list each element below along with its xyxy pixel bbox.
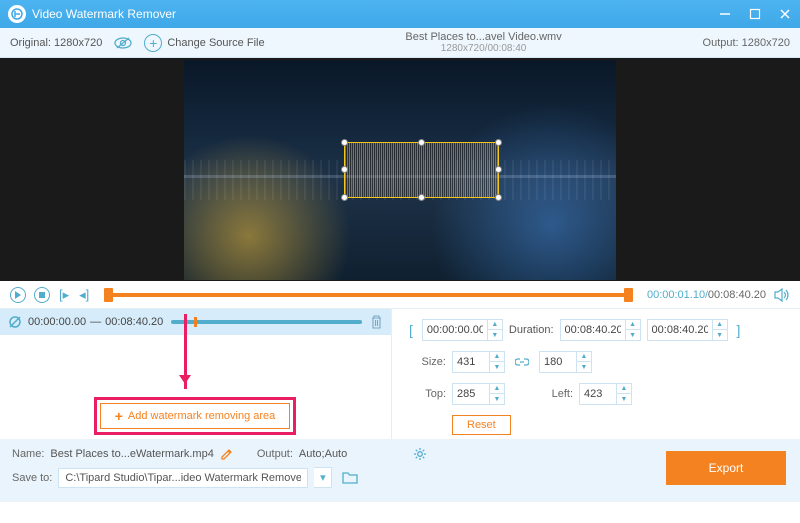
segment-end: 00:08:40.20 — [105, 316, 163, 328]
spin-down[interactable]: ▼ — [490, 362, 504, 372]
resize-handle-tl[interactable] — [341, 139, 348, 146]
spin-up[interactable]: ▲ — [617, 384, 631, 394]
segment-icon — [8, 315, 22, 329]
spin-down[interactable]: ▼ — [617, 394, 631, 404]
link-aspect-icon[interactable] — [515, 356, 529, 368]
video-preview[interactable] — [0, 58, 800, 281]
spin-up[interactable]: ▲ — [577, 352, 591, 362]
plus-icon: + — [144, 34, 162, 52]
resize-handle-tm[interactable] — [418, 139, 425, 146]
video-frame — [184, 60, 616, 280]
watermark-selection-box[interactable] — [344, 142, 499, 198]
open-folder-icon[interactable] — [342, 471, 358, 484]
range-end-input[interactable]: ▲▼ — [647, 319, 728, 341]
reset-button[interactable]: Reset — [452, 415, 511, 435]
original-label: Original: — [10, 37, 51, 49]
name-label: Name: — [12, 448, 44, 460]
minimize-button[interactable] — [718, 7, 732, 21]
spin-up[interactable]: ▲ — [488, 320, 502, 330]
saveto-dropdown-icon[interactable]: ▾ — [314, 467, 332, 488]
resize-handle-mr[interactable] — [495, 166, 502, 173]
spin-up[interactable]: ▲ — [713, 320, 727, 330]
output-settings-icon[interactable] — [413, 447, 427, 461]
segment-row[interactable]: 00:00:00.00 — 00:08:40.20 — [0, 309, 391, 335]
spin-up[interactable]: ▲ — [626, 320, 640, 330]
range-start-bracket-icon[interactable]: [ — [406, 322, 416, 338]
resize-handle-bl[interactable] — [341, 194, 348, 201]
source-filemeta: 1280x720/00:08:40 — [405, 43, 561, 54]
play-button[interactable] — [10, 287, 26, 303]
spin-up[interactable]: ▲ — [490, 352, 504, 362]
spin-down[interactable]: ▼ — [713, 330, 727, 340]
segment-start: 00:00:00.00 — [28, 316, 86, 328]
time-display: 00:00:01.10/00:08:40.20 — [647, 289, 766, 301]
range-end-bracket-icon[interactable]: ] — [734, 322, 744, 338]
segments-panel: 00:00:00.00 — 00:08:40.20 + Add watermar… — [0, 309, 392, 439]
total-time: 00:08:40.20 — [708, 289, 766, 301]
spin-up[interactable]: ▲ — [490, 384, 504, 394]
left-label: Left: — [539, 388, 573, 400]
close-button[interactable] — [778, 7, 792, 21]
range-start-input[interactable]: ▲▼ — [422, 319, 503, 341]
saveto-path-input[interactable] — [58, 468, 308, 488]
set-end-button[interactable]: ◂] — [78, 287, 90, 303]
resize-handle-bm[interactable] — [418, 194, 425, 201]
stop-button[interactable] — [34, 287, 50, 303]
output-dimensions: 1280x720 — [742, 37, 790, 49]
duration-label: Duration: — [509, 324, 554, 336]
annotation-arrow — [184, 314, 187, 389]
export-button[interactable]: Export — [666, 451, 786, 485]
file-info: Best Places to...avel Video.wmv 1280x720… — [405, 31, 561, 54]
saveto-label: Save to: — [12, 472, 52, 484]
add-watermark-area-button[interactable]: + Add watermark removing area — [100, 403, 290, 429]
top-label: Top: — [406, 388, 446, 400]
output-format-label: Output: — [257, 448, 293, 460]
duration-input[interactable]: ▲▼ — [560, 319, 641, 341]
playback-controls: [▸ ◂] 00:00:01.10/00:08:40.20 — [0, 281, 800, 309]
size-height-input[interactable]: ▲▼ — [539, 351, 592, 373]
preview-toggle-icon[interactable] — [114, 36, 132, 50]
segment-track[interactable] — [171, 320, 362, 324]
spin-down[interactable]: ▼ — [490, 394, 504, 404]
app-title: Video Watermark Remover — [32, 7, 718, 21]
left-input[interactable]: ▲▼ — [579, 383, 632, 405]
current-time: 00:00:01.10 — [647, 289, 705, 301]
spin-down[interactable]: ▼ — [577, 362, 591, 372]
bottom-bar: Name: Best Places to...eWatermark.mp4 Ou… — [0, 439, 800, 502]
original-dimensions: 1280x720 — [54, 37, 102, 49]
spin-down[interactable]: ▼ — [626, 330, 640, 340]
output-format-value: Auto;Auto — [299, 448, 347, 460]
volume-icon[interactable] — [774, 288, 790, 302]
toolbar: Original: 1280x720 + Change Source File … — [0, 28, 800, 58]
delete-segment-icon[interactable] — [370, 315, 383, 329]
change-source-button[interactable]: + Change Source File — [144, 34, 264, 52]
resize-handle-tr[interactable] — [495, 139, 502, 146]
top-input[interactable]: ▲▼ — [452, 383, 505, 405]
spin-down[interactable]: ▼ — [488, 330, 502, 340]
app-logo-icon — [8, 5, 26, 23]
output-name: Best Places to...eWatermark.mp4 — [50, 448, 213, 460]
set-start-button[interactable]: [▸ — [58, 287, 70, 303]
source-filename: Best Places to...avel Video.wmv — [405, 31, 561, 43]
size-width-input[interactable]: ▲▼ — [452, 351, 505, 373]
timeline-scrubber[interactable] — [104, 289, 633, 301]
output-label: Output: — [703, 37, 739, 49]
change-source-label: Change Source File — [167, 37, 264, 49]
titlebar: Video Watermark Remover — [0, 0, 800, 28]
resize-handle-br[interactable] — [495, 194, 502, 201]
add-watermark-area-label: Add watermark removing area — [128, 410, 275, 422]
edit-name-icon[interactable] — [220, 448, 233, 461]
maximize-button[interactable] — [748, 7, 762, 21]
properties-panel: [ ▲▼ Duration: ▲▼ ▲▼ ] Size: ▲▼ ▲▼ Top: … — [392, 309, 800, 439]
resize-handle-ml[interactable] — [341, 166, 348, 173]
size-label: Size: — [406, 356, 446, 368]
